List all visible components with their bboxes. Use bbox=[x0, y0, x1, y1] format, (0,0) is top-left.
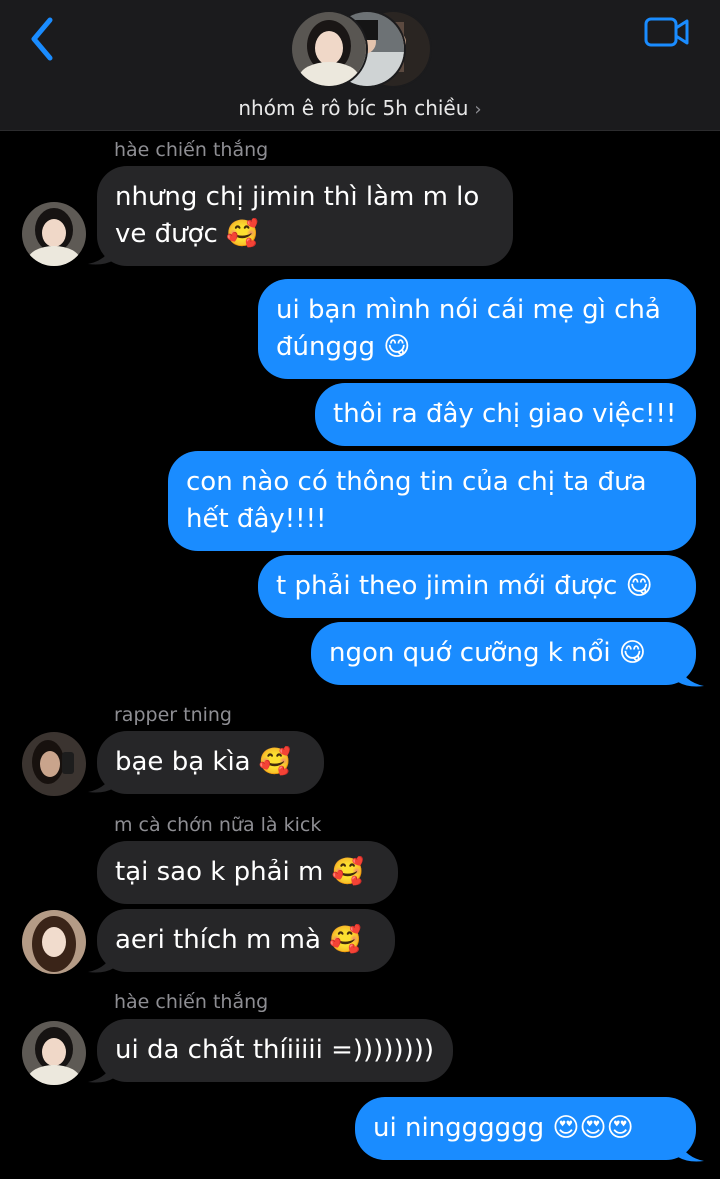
avatar[interactable] bbox=[22, 910, 86, 974]
message-bubble-outgoing[interactable]: con nào có thông tin của chị ta đưa hết … bbox=[168, 451, 696, 551]
message-text: bạe bạ kìa 🥰 bbox=[115, 747, 292, 777]
group-name-text: nhóm ê rô bíc 5h chiều bbox=[238, 96, 469, 120]
message-text: đúnggg 😋 bbox=[276, 332, 411, 362]
chat-header: nhóm ê rô bíc 5h chiều › bbox=[0, 0, 720, 131]
message-bubble-outgoing[interactable]: ngon quớ cưỡng k nổi 😋 bbox=[311, 622, 696, 685]
bubble-tail bbox=[88, 242, 114, 265]
bubble-tail bbox=[88, 770, 114, 793]
avatar[interactable] bbox=[22, 202, 86, 266]
avatar[interactable] bbox=[22, 1021, 86, 1085]
sender-name: m cà chớn nữa là kick bbox=[114, 814, 322, 836]
message-text: aeri thích m mà 🥰 bbox=[115, 925, 362, 955]
group-avatar-1 bbox=[290, 10, 368, 88]
message-text: t phải theo jimin mới được 😋 bbox=[276, 571, 653, 601]
message-bubble-outgoing[interactable]: ui ningggggg 😍😍😍 bbox=[355, 1097, 696, 1160]
message-bubble-outgoing[interactable]: ui bạn mình nói cái mẹ gì chả đúnggg 😋 bbox=[258, 279, 696, 379]
message-text: thôi ra đây chị giao việc!!! bbox=[333, 399, 677, 429]
bubble-tail bbox=[88, 1060, 114, 1083]
message-bubble-incoming[interactable]: aeri thích m mà 🥰 bbox=[97, 909, 395, 972]
bubble-tail bbox=[88, 950, 114, 973]
message-text: ve được 🥰 bbox=[115, 219, 259, 249]
message-text: ui da chất thíiiiii =)))))))) bbox=[115, 1035, 435, 1065]
sender-name: hàe chiến thắng bbox=[114, 139, 269, 161]
message-bubble-incoming[interactable]: ui da chất thíiiiii =)))))))) bbox=[97, 1019, 453, 1082]
avatar[interactable] bbox=[22, 732, 86, 796]
bubble-tail bbox=[678, 1139, 704, 1162]
message-bubble-incoming[interactable]: bạe bạ kìa 🥰 bbox=[97, 731, 324, 794]
message-bubble-incoming[interactable]: tại sao k phải m 🥰 bbox=[97, 841, 398, 904]
message-bubble-outgoing[interactable]: t phải theo jimin mới được 😋 bbox=[258, 555, 696, 618]
sender-name: hàe chiến thắng bbox=[114, 991, 269, 1013]
group-name[interactable]: nhóm ê rô bíc 5h chiều › bbox=[0, 96, 720, 120]
message-text: con nào có thông tin của chị ta đưa bbox=[186, 467, 647, 497]
message-text: ui bạn mình nói cái mẹ gì chả bbox=[276, 295, 661, 325]
sender-name: rapper tning bbox=[114, 704, 232, 726]
chevron-left-icon[interactable] bbox=[26, 16, 58, 62]
message-text: nhưng chị jimin thì làm m lo bbox=[115, 182, 480, 212]
message-text: ngon quớ cưỡng k nổi 😋 bbox=[329, 638, 647, 668]
chevron-right-icon: › bbox=[474, 99, 482, 120]
message-bubble-outgoing[interactable]: thôi ra đây chị giao việc!!! bbox=[315, 383, 696, 446]
bubble-tail bbox=[678, 664, 704, 687]
message-text: ui ningggggg 😍😍😍 bbox=[373, 1113, 634, 1143]
message-text: hết đây!!!! bbox=[186, 504, 327, 534]
message-text: tại sao k phải m 🥰 bbox=[115, 857, 364, 887]
message-bubble-incoming[interactable]: nhưng chị jimin thì làm m lo ve được 🥰 bbox=[97, 166, 513, 266]
video-camera-icon[interactable] bbox=[644, 16, 690, 48]
group-avatars[interactable] bbox=[290, 10, 432, 88]
